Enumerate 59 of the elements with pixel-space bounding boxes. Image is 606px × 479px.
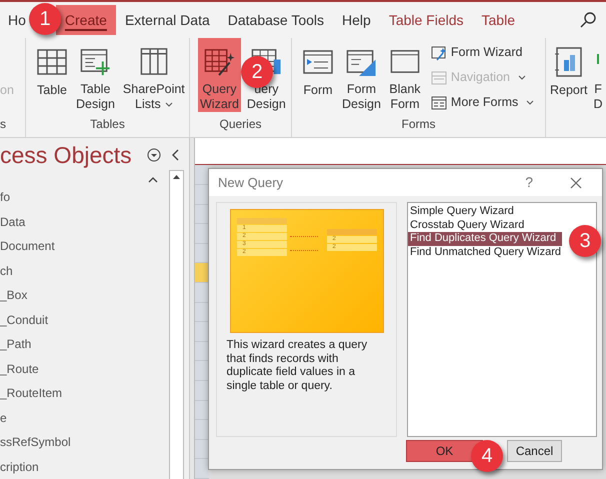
form-wand-icon: [430, 44, 447, 60]
navigation-item[interactable]: _RouteItem: [0, 384, 169, 408]
group-label: Forms: [400, 116, 436, 133]
list-item[interactable]: Find Unmatched Query Wizard: [408, 246, 567, 259]
ribbon-tab[interactable]: Database Tools: [218, 5, 334, 35]
navigation-item[interactable]: _Box: [0, 286, 169, 310]
ribbon-tab[interactable]: External Data: [116, 5, 219, 35]
navigation-item[interactable]: e: [0, 408, 169, 433]
navigation-item[interactable]: cription: [0, 458, 169, 479]
close-icon[interactable]: [569, 176, 583, 190]
group-label: Queries: [218, 116, 263, 133]
pane-title: cess Objects: [0, 140, 132, 170]
list-item[interactable]: Find Duplicates Query Wizard: [408, 232, 562, 246]
navigation-item[interactable]: fo: [0, 188, 169, 212]
collapse-group-icon[interactable]: [148, 176, 158, 184]
ribbon-button[interactable]: SharePoint Lists: [120, 38, 187, 112]
ribbon-button[interactable]: Report: [548, 38, 590, 112]
stroke-icon: [597, 54, 600, 64]
navigation-item[interactable]: ssRefSymbol: [0, 433, 169, 458]
ribbon-button[interactable]: Form: [300, 38, 336, 112]
navigation-item[interactable]: _Conduit: [0, 310, 169, 335]
ribbon-button[interactable]: Blank Form: [386, 38, 423, 112]
ribbon-button[interactable]: Form Wizard: [426, 42, 538, 63]
navigation-item[interactable]: _Path: [0, 335, 169, 360]
wand-table-icon: [203, 46, 236, 77]
list-item[interactable]: Crosstab Query Wizard: [408, 218, 530, 232]
wizard-description: This wizard creates a query that finds records with duplicate field values in a single table or query.: [226, 339, 368, 393]
table-design-icon: [79, 46, 112, 77]
caret-icon: [164, 102, 173, 108]
ribbon-button[interactable]: Form Design: [340, 38, 383, 112]
group-label: Tables: [89, 116, 126, 133]
caret-icon: [518, 74, 526, 80]
dialog-title: New Query: [218, 174, 284, 192]
report-icon: [552, 46, 585, 78]
ribbon-tab[interactable]: Table Fields: [380, 5, 473, 35]
ribbon-button[interactable]: Table: [34, 38, 70, 112]
dialog-button[interactable]: Cancel: [507, 440, 562, 462]
dropdown-icon[interactable]: [147, 148, 161, 162]
navigation-item[interactable]: _Route: [0, 360, 169, 384]
caret-icon: [526, 100, 534, 106]
forms-icon: [430, 94, 447, 110]
ribbon-tab[interactable]: Table: [472, 5, 524, 35]
columns-icon: [138, 46, 170, 77]
ribbon-tab[interactable]: Help: [333, 5, 380, 35]
ribbon-button[interactable]: F D: [592, 38, 605, 112]
ribbon-button[interactable]: Query Wizard: [198, 38, 241, 112]
navigation-item[interactable]: ch: [0, 262, 169, 286]
ribbon-button[interactable]: More Forms: [426, 92, 538, 113]
navigation-item[interactable]: Data: [0, 212, 169, 237]
ribbon-tab[interactable]: Ho: [8, 5, 26, 35]
collapse-icon[interactable]: [171, 148, 181, 162]
group-label: s: [0, 116, 7, 133]
navigation-item[interactable]: Document: [0, 237, 169, 262]
ribbon-tab[interactable]: Create: [56, 5, 116, 35]
help-button[interactable]: ?: [525, 172, 533, 193]
navigation-icon: [430, 70, 447, 86]
ribbon-button[interactable]: Table Design: [74, 38, 117, 112]
list-item[interactable]: Simple Query Wizard: [408, 205, 520, 218]
search-icon[interactable]: [580, 11, 598, 29]
